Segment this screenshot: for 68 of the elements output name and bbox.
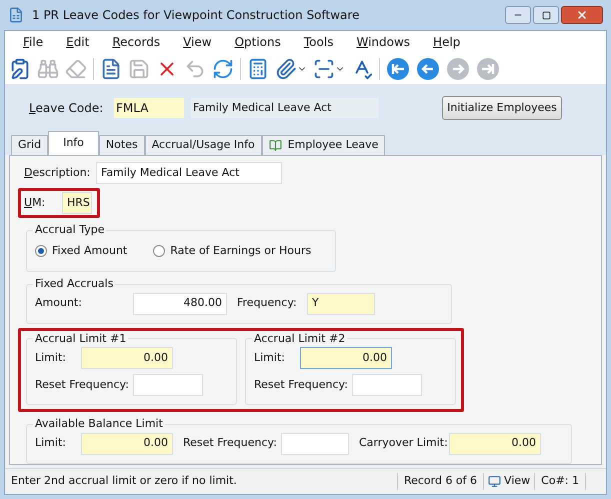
input-field[interactable]: Y <box>307 292 375 314</box>
paperclip-icon[interactable] <box>275 58 297 80</box>
field-label: Reset Frequency: <box>254 376 349 393</box>
monitor-icon <box>488 475 502 488</box>
initialize-employees-button[interactable]: Initialize Employees <box>442 96 562 120</box>
menu-item[interactable]: View <box>183 33 212 51</box>
status-message: Enter 2nd accrual limit or zero if no limit. <box>10 473 238 490</box>
scanner-icon[interactable] <box>313 58 335 80</box>
group-title: Accrual Limit #2 <box>253 330 346 346</box>
field-label: Leave Code: <box>29 100 104 117</box>
company-number: Co#: 1 <box>534 473 586 490</box>
input-field[interactable]: FMLA <box>114 98 184 118</box>
menu-item[interactable]: Tools <box>304 33 334 51</box>
menu-item[interactable]: Options <box>234 33 281 51</box>
radio-button[interactable] <box>35 244 47 257</box>
field-label: Amount: <box>35 295 83 312</box>
first-record-icon[interactable] <box>386 56 410 80</box>
close-button[interactable] <box>561 6 603 24</box>
radio-label: Fixed Amount <box>52 242 128 258</box>
tab[interactable]: Notes <box>98 135 145 155</box>
book-icon <box>268 139 282 152</box>
input-field[interactable]: HRS <box>62 192 92 214</box>
group-title: Fixed Accruals <box>34 276 114 292</box>
menu-item[interactable]: Windows <box>356 33 410 51</box>
previous-record-icon[interactable] <box>416 56 440 80</box>
field-label: Limit: <box>35 435 67 452</box>
field-label: Description: <box>24 164 92 181</box>
tab[interactable]: Employee Leave <box>262 135 386 155</box>
input-field[interactable]: 0.00 <box>449 432 541 454</box>
field-label: UM: <box>24 194 46 211</box>
radio-button[interactable] <box>153 244 166 257</box>
tab[interactable]: Grid <box>11 135 48 155</box>
refresh-icon[interactable] <box>212 58 234 80</box>
menu-item[interactable]: Help <box>433 33 460 51</box>
app-icon <box>8 7 24 23</box>
input-field[interactable]: 0.00 <box>300 347 392 369</box>
field-label: Reset Frequency: <box>35 376 130 393</box>
group-title: Accrual Limit #1 <box>34 330 128 346</box>
description-display: Family Medical Leave Act <box>191 98 379 118</box>
menu-item[interactable]: File <box>23 33 44 51</box>
radio-label: Rate of Earnings or Hours <box>170 242 312 258</box>
input-field[interactable]: 0.00 <box>81 432 173 454</box>
field-label: Limit: <box>254 350 286 366</box>
input-field[interactable] <box>352 374 422 396</box>
group-title: Accrual Type <box>34 222 106 238</box>
window-title: 1 PR Leave Codes for Viewpoint Construction Software <box>32 7 360 24</box>
field-label: Carryover Limit: <box>359 435 449 452</box>
input-field[interactable]: Family Medical Leave Act <box>96 162 282 184</box>
new-document-icon[interactable] <box>100 58 122 80</box>
menu-item[interactable]: Edit <box>66 33 90 51</box>
input-field[interactable]: 480.00 <box>133 292 227 314</box>
input-field[interactable] <box>133 374 203 396</box>
calculator-icon[interactable] <box>247 58 269 80</box>
menu-item[interactable]: Records <box>112 33 160 51</box>
field-label: Reset Frequency: <box>183 435 278 452</box>
input-field[interactable] <box>281 432 349 454</box>
tab[interactable]: Accrual/Usage Info <box>144 135 262 155</box>
field-label: Limit: <box>35 350 67 366</box>
tab[interactable]: Info <box>48 131 99 155</box>
field-label: Frequency: <box>237 295 298 312</box>
input-field[interactable]: 0.00 <box>81 347 173 369</box>
record-counter: Record 6 of 6 <box>396 473 484 490</box>
maximize-button[interactable] <box>533 6 559 24</box>
mode-label: View <box>504 473 530 490</box>
group-title: Available Balance Limit <box>34 416 164 432</box>
clipboard-icon[interactable] <box>9 58 31 80</box>
maximize-icon <box>542 10 550 20</box>
close-icon <box>576 9 588 21</box>
